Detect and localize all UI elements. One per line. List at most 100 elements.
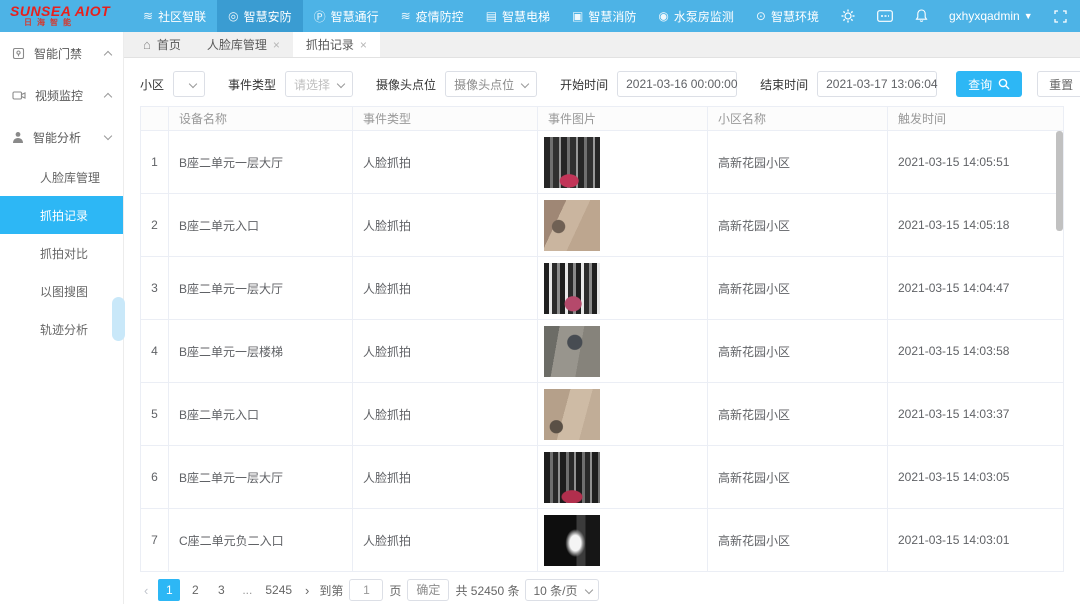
module-icon: ◉ (658, 9, 668, 23)
module-icon: ≋ (143, 9, 153, 23)
end-time-input[interactable]: 2021-03-17 13:06:04 (817, 71, 937, 97)
topbar-menu-item[interactable]: ▤ 智慧电梯 (475, 0, 561, 32)
goto-page-input[interactable]: 1 (349, 579, 383, 601)
topbar-menu-item[interactable]: ▣ 智慧消防 (561, 0, 647, 32)
device-name-cell: B座二单元一层楼梯 (169, 320, 353, 383)
event-snapshot-image[interactable] (544, 326, 600, 377)
event-type-cell: 人脸抓拍 (353, 320, 538, 383)
event-snapshot-image[interactable] (544, 515, 600, 566)
sidebar: 智能门禁 视频监控 智能分析 人脸库管理 抓拍记录 抓拍对比 (0, 32, 124, 604)
person-icon (12, 131, 24, 144)
sidebar-submenu-item[interactable]: 以图搜图 (0, 272, 123, 310)
event-type-cell: 人脸抓拍 (353, 509, 538, 572)
settings-gear-icon[interactable] (830, 0, 866, 32)
page-number-button[interactable]: 3 (210, 579, 232, 601)
topbar-menu-item[interactable]: Ⓟ 智慧通行 (303, 0, 390, 32)
event-type-cell: 人脸抓拍 (353, 383, 538, 446)
chevron-down-icon (337, 80, 345, 88)
page-tab[interactable]: ⌂ 首页 × (130, 32, 194, 57)
event-snapshot-image[interactable] (544, 137, 600, 188)
page-number-button[interactable]: 1 (158, 579, 180, 601)
notification-bell-icon[interactable] (904, 0, 939, 32)
topbar-menu-item-label: 智慧通行 (331, 8, 379, 25)
sidebar-collapse-handle[interactable] (112, 297, 125, 341)
topbar: SUNSEA AIOT 日海智能 ≋ 社区智联 ◎ 智慧安防 Ⓟ 智慧通行 ≋ … (0, 0, 1080, 32)
event-image-cell (538, 446, 708, 509)
page-size-value: 10 条/页 (533, 582, 577, 599)
camera-select[interactable]: 摄像头点位 (445, 71, 537, 97)
search-button-label: 查询 (968, 76, 992, 93)
fullscreen-icon[interactable] (1043, 0, 1078, 32)
event-type-filter-label: 事件类型 (228, 76, 276, 93)
user-menu[interactable]: gxhyxqadmin ▼ (939, 9, 1043, 23)
sidebar-submenu-item[interactable]: 轨迹分析 (0, 310, 123, 348)
topbar-menu-item[interactable]: ≋ 社区智联 (132, 0, 217, 32)
event-type-cell: 人脸抓拍 (353, 194, 538, 257)
event-snapshot-image[interactable] (544, 389, 600, 440)
reset-button-label: 重置 (1049, 76, 1073, 93)
topbar-menu-item[interactable]: ⊙ 智慧环境 (745, 0, 830, 32)
sidebar-group-video-monitor[interactable]: 视频监控 (0, 74, 123, 116)
end-time-label: 结束时间 (760, 76, 808, 93)
event-snapshot-image[interactable] (544, 200, 600, 251)
page-number-button[interactable]: 2 (184, 579, 206, 601)
table-row: 2 B座二单元入口 人脸抓拍 高新花园小区 2021-03-15 14:05:1… (141, 194, 1063, 257)
event-snapshot-image[interactable] (544, 452, 600, 503)
col-header-time: 触发时间 (888, 107, 1063, 131)
search-button[interactable]: 查询 (956, 71, 1022, 97)
sidebar-submenu-item-label: 抓拍对比 (40, 245, 88, 262)
topbar-menu-item[interactable]: ◉ 水泵房监测 (647, 0, 745, 32)
start-time-input[interactable]: 2021-03-16 00:00:00 (617, 71, 737, 97)
page-tab[interactable]: 抓拍记录 × (293, 32, 380, 57)
community-select[interactable] (173, 71, 205, 97)
topbar-menu-item-label: 智慧消防 (588, 8, 636, 25)
trigger-time-cell: 2021-03-15 14:03:05 (888, 446, 1063, 509)
device-name-cell: B座二单元一层大厅 (169, 131, 353, 194)
next-page-arrow[interactable]: › (301, 583, 313, 598)
row-index: 6 (141, 446, 169, 509)
sidebar-submenu-item[interactable]: 抓拍记录 (0, 196, 123, 234)
event-image-cell (538, 131, 708, 194)
search-icon (998, 78, 1010, 90)
page-tab-label: 抓拍记录 (306, 36, 354, 53)
module-icon: ⊙ (756, 9, 766, 23)
col-header-event: 事件类型 (353, 107, 538, 131)
sidebar-group-smart-analysis[interactable]: 智能分析 (0, 116, 123, 158)
message-card-icon[interactable] (866, 0, 904, 32)
community-name-cell: 高新花园小区 (708, 509, 888, 572)
username: gxhyxqadmin (949, 9, 1020, 23)
filterbar: 小区 事件类型 请选择 摄像头点位 摄像头点位 开始时间 2021-03-16 … (124, 58, 1080, 106)
sidebar-submenu-item[interactable]: 人脸库管理 (0, 158, 123, 196)
event-snapshot-image[interactable] (544, 263, 600, 314)
table-scrollbar[interactable] (1056, 131, 1063, 231)
camera-filter-label: 摄像头点位 (376, 76, 436, 93)
main-content: ⌂ 首页 × 人脸库管理 × 抓拍记录 × 小区 事件类型 请选择 (124, 32, 1080, 604)
goto-confirm-button[interactable]: 确定 (407, 579, 449, 601)
row-index: 7 (141, 509, 169, 572)
close-icon[interactable]: × (360, 38, 367, 52)
close-icon[interactable]: × (273, 38, 280, 52)
chevron-down-icon (584, 586, 592, 594)
page-size-select[interactable]: 10 条/页 (525, 579, 598, 601)
col-header-index (141, 107, 169, 131)
page-tab[interactable]: 人脸库管理 × (194, 32, 293, 57)
page-unit-label: 页 (389, 582, 401, 599)
reset-button[interactable]: 重置 ↺ (1037, 71, 1080, 97)
door-lock-icon (12, 47, 25, 60)
topbar-menu-item[interactable]: ≋ 疫情防控 (390, 0, 475, 32)
sidebar-group-door-access[interactable]: 智能门禁 (0, 32, 123, 74)
table-body: 1 B座二单元一层大厅 人脸抓拍 高新花园小区 2021-03-15 14:05… (141, 131, 1063, 572)
trigger-time-cell: 2021-03-15 14:03:01 (888, 509, 1063, 572)
home-icon: ⌂ (143, 37, 151, 52)
camera-icon (12, 90, 26, 101)
table-row: 5 B座二单元入口 人脸抓拍 高新花园小区 2021-03-15 14:03:3… (141, 383, 1063, 446)
page-number-button[interactable]: 5245 (262, 579, 295, 601)
topbar-menu-item[interactable]: ◎ 智慧安防 (217, 0, 303, 32)
trigger-time-cell: 2021-03-15 14:05:18 (888, 194, 1063, 257)
chevron-down-icon: ▼ (1024, 11, 1033, 21)
start-time-value: 2021-03-16 00:00:00 (626, 77, 737, 91)
event-type-cell: 人脸抓拍 (353, 446, 538, 509)
prev-page-arrow[interactable]: ‹ (140, 583, 152, 598)
event-type-select[interactable]: 请选择 (285, 71, 353, 97)
sidebar-submenu-item[interactable]: 抓拍对比 (0, 234, 123, 272)
